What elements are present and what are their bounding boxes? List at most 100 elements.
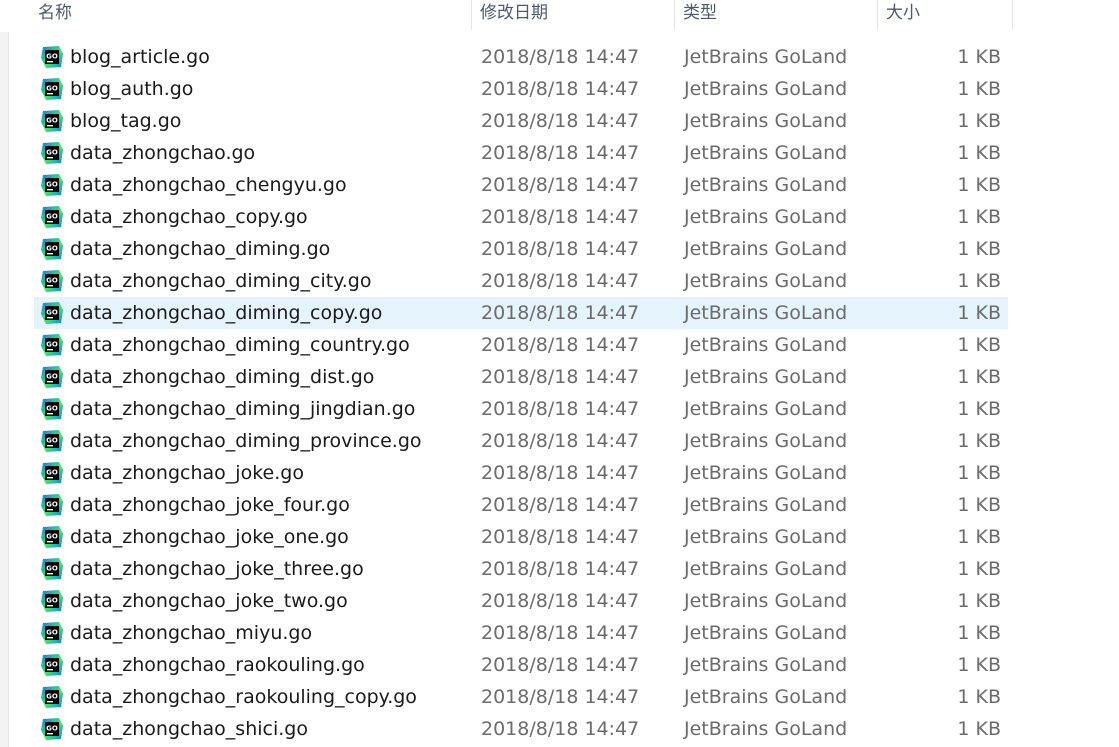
go-icon-label: GO <box>46 597 58 605</box>
file-name[interactable]: data_zhongchao_shici.go <box>70 713 308 745</box>
file-row[interactable]: GO data_zhongchao_diming_city.go 2018/8/18… <box>34 265 1008 297</box>
file-date-modified: 2018/8/18 14:47 <box>481 334 640 356</box>
column-header-name[interactable]: 名称 <box>30 0 472 30</box>
file-row[interactable]: GO data_zhongchao_raokouling.go 2018/8/18 … <box>34 649 1008 681</box>
file-size: 1 KB <box>957 654 1001 676</box>
goland-file-icon: GO <box>40 173 64 197</box>
file-row[interactable]: GO data_zhongchao_copy.go 2018/8/18 14:47 J… <box>34 201 1008 233</box>
go-icon-label: GO <box>46 405 58 413</box>
file-name[interactable]: data_zhongchao_diming_copy.go <box>70 297 382 329</box>
file-row[interactable]: GO data_zhongchao_diming_jingdian.go 2018/… <box>34 393 1008 425</box>
file-name[interactable]: data_zhongchao.go <box>70 137 255 169</box>
column-header-size[interactable]: 大小 <box>878 0 1013 30</box>
go-icon-label: GO <box>46 533 58 541</box>
file-size: 1 KB <box>957 494 1001 516</box>
file-row[interactable]: GO blog_auth.go 2018/8/18 14:47 JetBrains G… <box>34 73 1008 105</box>
file-type: JetBrains GoLand <box>684 462 848 484</box>
go-icon-label: GO <box>46 373 58 381</box>
file-type: JetBrains GoLand <box>684 78 848 100</box>
file-name[interactable]: blog_auth.go <box>70 73 193 105</box>
file-name[interactable]: data_zhongchao_diming_jingdian.go <box>70 393 415 425</box>
file-name[interactable]: data_zhongchao_joke.go <box>70 457 304 489</box>
file-row[interactable]: GO data_zhongchao_shici.go 2018/8/18 14:47… <box>34 713 1008 745</box>
file-date-modified: 2018/8/18 14:47 <box>481 110 640 132</box>
file-row[interactable]: GO data_zhongchao_diming_dist.go 2018/8/18… <box>34 361 1008 393</box>
file-date-modified: 2018/8/18 14:47 <box>481 206 640 228</box>
file-size: 1 KB <box>957 430 1001 452</box>
file-size: 1 KB <box>957 206 1001 228</box>
file-type: JetBrains GoLand <box>684 206 848 228</box>
file-row[interactable]: GO blog_tag.go 2018/8/18 14:47 JetBrains Go… <box>34 105 1008 137</box>
goland-file-icon: GO <box>40 365 64 389</box>
go-icon-label: GO <box>46 565 58 573</box>
file-name[interactable]: data_zhongchao_diming_dist.go <box>70 361 374 393</box>
file-row[interactable]: GO data_zhongchao_chengyu.go 2018/8/18 14:… <box>34 169 1008 201</box>
file-name[interactable]: data_zhongchao_copy.go <box>70 201 308 233</box>
column-header-type[interactable]: 类型 <box>675 0 878 30</box>
file-size: 1 KB <box>957 558 1001 580</box>
file-type: JetBrains GoLand <box>684 334 848 356</box>
goland-file-icon: GO <box>40 621 64 645</box>
file-type: JetBrains GoLand <box>684 558 848 580</box>
file-name[interactable]: blog_tag.go <box>70 105 181 137</box>
file-name[interactable]: data_zhongchao_diming_country.go <box>70 329 410 361</box>
file-row[interactable]: GO data_zhongchao_diming.go 2018/8/18 14:4… <box>34 233 1008 265</box>
file-size: 1 KB <box>957 686 1001 708</box>
file-date-modified: 2018/8/18 14:47 <box>481 366 640 388</box>
file-size: 1 KB <box>957 142 1001 164</box>
file-name[interactable]: data_zhongchao_diming_city.go <box>70 265 371 297</box>
go-icon-label: GO <box>46 725 58 733</box>
file-date-modified: 2018/8/18 14:47 <box>481 526 640 548</box>
file-name[interactable]: blog_article.go <box>70 41 210 73</box>
file-row[interactable]: GO data_zhongchao_raokouling_copy.go 2018/… <box>34 681 1008 713</box>
file-name[interactable]: data_zhongchao_miyu.go <box>70 617 312 649</box>
file-row[interactable]: GO data_zhongchao_joke.go 2018/8/18 14:47 J… <box>34 457 1008 489</box>
goland-file-icon: GO <box>40 141 64 165</box>
file-row[interactable]: GO data_zhongchao_joke_one.go 2018/8/18 14… <box>34 521 1008 553</box>
go-icon-label: GO <box>46 437 58 445</box>
file-name[interactable]: data_zhongchao_raokouling.go <box>70 649 365 681</box>
file-date-modified: 2018/8/18 14:47 <box>481 398 640 420</box>
file-row[interactable]: GO data_zhongchao_miyu.go 2018/8/18 14:47 J… <box>34 617 1008 649</box>
file-type: JetBrains GoLand <box>684 526 848 548</box>
file-type: JetBrains GoLand <box>684 238 848 260</box>
go-icon-label: GO <box>46 117 58 125</box>
goland-file-icon: GO <box>40 525 64 549</box>
goland-file-icon: GO <box>40 589 64 613</box>
goland-file-icon: GO <box>40 109 64 133</box>
file-date-modified: 2018/8/18 14:47 <box>481 558 640 580</box>
file-row[interactable]: GO data_zhongchao_joke_two.go 2018/8/18 14… <box>34 585 1008 617</box>
file-date-modified: 2018/8/18 14:47 <box>481 494 640 516</box>
file-type: JetBrains GoLand <box>684 622 848 644</box>
file-name[interactable]: data_zhongchao_joke_one.go <box>70 521 349 553</box>
file-type: JetBrains GoLand <box>684 686 848 708</box>
column-header-date-modified[interactable]: 修改日期 <box>472 0 675 30</box>
file-type: JetBrains GoLand <box>684 174 848 196</box>
file-name[interactable]: data_zhongchao_diming.go <box>70 233 330 265</box>
file-name[interactable]: data_zhongchao_joke_two.go <box>70 585 348 617</box>
file-row[interactable]: GO data_zhongchao_diming_country.go 2018/8… <box>34 329 1008 361</box>
go-icon-label: GO <box>46 181 58 189</box>
file-size: 1 KB <box>957 46 1001 68</box>
file-name[interactable]: data_zhongchao_diming_province.go <box>70 425 422 457</box>
file-name[interactable]: data_zhongchao_chengyu.go <box>70 169 347 201</box>
file-name[interactable]: data_zhongchao_joke_three.go <box>70 553 364 585</box>
goland-file-icon: GO <box>40 237 64 261</box>
go-icon-label: GO <box>46 469 58 477</box>
file-row[interactable]: GO data_zhongchao_joke_four.go 2018/8/18 1… <box>34 489 1008 521</box>
navigation-pane-edge[interactable] <box>0 0 9 747</box>
file-row[interactable]: GO data_zhongchao_joke_three.go 2018/8/18 … <box>34 553 1008 585</box>
file-row[interactable]: GO data_zhongchao_diming_copy.go 2018/8/18… <box>34 297 1008 329</box>
goland-file-icon: GO <box>40 77 64 101</box>
file-row[interactable]: GO blog_article.go 2018/8/18 14:47 JetBrain… <box>34 41 1008 73</box>
file-size: 1 KB <box>957 462 1001 484</box>
file-name[interactable]: data_zhongchao_joke_four.go <box>70 489 350 521</box>
file-name[interactable]: data_zhongchao_raokouling_copy.go <box>70 681 417 713</box>
file-type: JetBrains GoLand <box>684 494 848 516</box>
file-type: JetBrains GoLand <box>684 142 848 164</box>
file-row[interactable]: GO data_zhongchao.go 2018/8/18 14:47 JetBra… <box>34 137 1008 169</box>
goland-file-icon: GO <box>40 653 64 677</box>
file-type: JetBrains GoLand <box>684 110 848 132</box>
file-row[interactable]: GO data_zhongchao_diming_province.go 2018/… <box>34 425 1008 457</box>
file-size: 1 KB <box>957 302 1001 324</box>
